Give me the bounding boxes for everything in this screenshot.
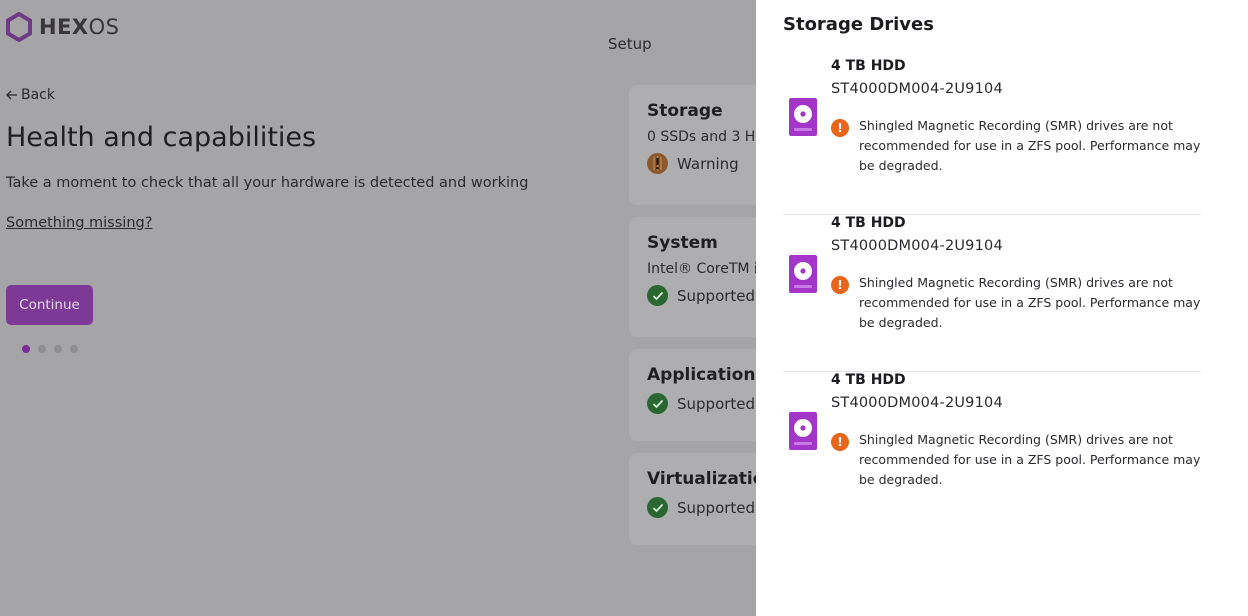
continue-button[interactable]: Continue bbox=[6, 285, 93, 325]
exclamation-circle-icon: ! bbox=[831, 276, 849, 294]
drive-model: ST4000DM004-2U9104 bbox=[831, 395, 1003, 411]
section-heading: Health and capabilities bbox=[6, 122, 317, 153]
check-circle-icon bbox=[647, 497, 668, 518]
check-circle-icon bbox=[647, 393, 668, 414]
drive-size: 4 TB HDD bbox=[831, 372, 906, 388]
hexagon-logo-icon bbox=[6, 12, 32, 42]
arrow-left-icon bbox=[6, 90, 17, 100]
status-label: Supported bbox=[677, 498, 756, 517]
hexos-logo: HEXOS bbox=[6, 12, 119, 42]
something-missing-link[interactable]: Something missing? bbox=[6, 215, 152, 231]
drive-model: ST4000DM004-2U9104 bbox=[831, 81, 1003, 97]
status-label: Supported bbox=[677, 286, 756, 305]
drive-item: 4 TB HDD ST4000DM004-2U9104 ! Shingled M… bbox=[783, 215, 1201, 372]
drive-size: 4 TB HDD bbox=[831, 58, 906, 74]
hard-drive-icon bbox=[789, 255, 817, 293]
back-link[interactable]: Back bbox=[6, 87, 55, 103]
warning-icon bbox=[647, 153, 668, 174]
step-dot bbox=[22, 345, 30, 353]
check-circle-icon bbox=[647, 285, 668, 306]
exclamation-circle-icon: ! bbox=[831, 119, 849, 137]
drive-warning-text: Shingled Magnetic Recording (SMR) drives… bbox=[859, 118, 1201, 173]
status-label: Warning bbox=[677, 154, 739, 173]
drive-size: 4 TB HDD bbox=[831, 215, 906, 231]
drive-item: 4 TB HDD ST4000DM004-2U9104 ! Shingled M… bbox=[783, 372, 1201, 529]
drive-warning-text: Shingled Magnetic Recording (SMR) drives… bbox=[859, 432, 1201, 487]
page-title: Setup bbox=[608, 35, 652, 53]
drive-warning-text: Shingled Magnetic Recording (SMR) drives… bbox=[859, 275, 1201, 330]
step-dot bbox=[54, 345, 62, 353]
exclamation-circle-icon: ! bbox=[831, 433, 849, 451]
step-indicator bbox=[22, 345, 78, 353]
hard-drive-icon bbox=[789, 412, 817, 450]
hard-drive-icon bbox=[789, 98, 817, 136]
drawer-title: Storage Drives bbox=[783, 14, 934, 35]
storage-drives-drawer: Storage Drives 4 TB HDD ST4000DM004-2U91… bbox=[756, 0, 1248, 616]
back-label: Back bbox=[21, 87, 55, 103]
drive-item: 4 TB HDD ST4000DM004-2U9104 ! Shingled M… bbox=[783, 58, 1201, 215]
logo-wordmark: HEXOS bbox=[39, 15, 120, 39]
section-subtitle: Take a moment to check that all your har… bbox=[6, 175, 529, 191]
step-dot bbox=[70, 345, 78, 353]
status-label: Supported bbox=[677, 394, 756, 413]
step-dot bbox=[38, 345, 46, 353]
drive-model: ST4000DM004-2U9104 bbox=[831, 238, 1003, 254]
